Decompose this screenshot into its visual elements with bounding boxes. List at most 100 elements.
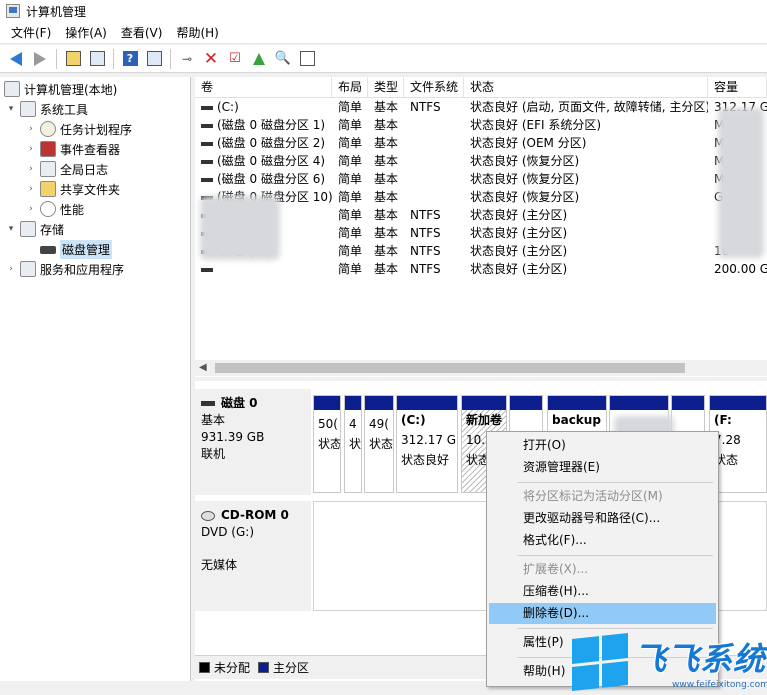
menu-help[interactable]: 帮助(H) [169,22,225,44]
chevron-right-icon[interactable]: › [26,164,36,174]
chevron-right-icon[interactable]: › [26,124,36,134]
computer-management-icon [6,4,20,18]
menu-file[interactable]: 文件(F) [4,22,58,44]
windows-logo-icon [572,633,628,691]
watermark-url: www.feifeixitong.com [672,680,767,690]
table-cell-text: 基本 [374,100,399,114]
chevron-down-icon[interactable]: ▾ [6,224,16,234]
tree-disk-management[interactable]: 磁盘管理 [40,239,113,259]
table-row[interactable]: 简单 基本 NTFS 状态良好 (主分区) [195,224,767,242]
properties-button[interactable] [297,49,317,69]
tree-root[interactable]: 计算机管理(本地) [4,79,117,99]
tree-event-viewer[interactable]: › 事件查看器 [26,139,120,159]
up-button[interactable] [249,49,269,69]
partition-block[interactable]: 49(状态 [364,395,394,493]
back-button[interactable] [6,49,26,69]
menu-delete-volume[interactable]: 删除卷(D)... [489,603,716,624]
chevron-right-icon[interactable]: › [6,264,16,274]
table-cell-status: 状态良好 (EFI 系统分区) [464,116,708,134]
table-cell-text: 基本 [374,208,399,222]
table-row[interactable]: (磁盘 0 磁盘分区 10)简单基本状态良好 (恢复分区)GB [195,188,767,206]
menu-explorer[interactable]: 资源管理器(E) [489,457,716,478]
chevron-down-icon[interactable]: ▾ [6,104,16,114]
search-button[interactable]: 🔍 [273,49,293,69]
up-folder-button[interactable] [63,49,83,69]
connect-button[interactable]: ⊸ [177,49,197,69]
table-row[interactable]: 新 卷 (H:)简单基本NTFS状态良好 (主分区)10 [195,242,767,260]
primary-swatch [258,662,270,673]
menu-change-drive-letter[interactable]: 更改驱动器号和路径(C)... [489,508,716,529]
table-cell-status: 状态良好 (主分区) [464,206,708,224]
chevron-right-icon[interactable]: › [26,144,36,154]
table-cell-vol: (磁盘 0 磁盘分区 1) [195,116,332,134]
help-button[interactable]: ? [120,49,140,69]
check-button[interactable]: ☑ [225,49,245,69]
table-cell-type: 基本 [368,98,404,116]
partition-block[interactable]: 4状 [344,395,362,493]
column-header-filesystem[interactable]: 文件系统 [404,77,464,98]
disk0-size: 931.39 GB [201,430,265,444]
scrollbar-thumb[interactable] [215,363,685,373]
table-row[interactable]: 简单 基本 NTFS 状态良好 (主分区) [195,206,767,224]
table-cell-text: 状态良好 (恢复分区) [470,154,580,168]
horizontal-scrollbar[interactable]: ◀ [195,360,767,376]
tree-label: 事件查看器 [60,142,121,157]
menu-format[interactable]: 格式化(F)... [489,530,716,551]
scroll-left-icon[interactable]: ◀ [199,360,207,376]
chevron-right-icon[interactable]: › [26,204,36,214]
table-cell-text: 基本 [374,262,399,276]
title-bar: 计算机管理 [0,0,767,22]
table-cell-fs [404,134,464,152]
table-cell-layout: 简单 [332,98,368,116]
folder-icon [65,51,81,66]
shared-folder-icon [40,181,56,197]
disk0-label[interactable]: 磁盘 0 基本 931.39 GB 联机 [195,389,311,495]
tree-storage[interactable]: ▾ 存储 [6,219,64,239]
help-icon: ? [122,51,138,66]
column-header-volume[interactable]: 卷 [195,77,332,98]
tree-system-tools[interactable]: ▾ 系统工具 [6,99,88,119]
table-row[interactable]: (磁盘 0 磁盘分区 1)简单基本状态良好 (EFI 系统分区)MB [195,116,767,134]
table-cell-type: 基本 [368,224,404,242]
partition-type-bar [462,396,506,410]
show-hide-tree-button[interactable] [87,49,107,69]
partition-type-bar [672,396,704,410]
partition-block[interactable]: (C:) 312.17 G 状态良好 [396,395,458,493]
menu-extend-volume[interactable]: 扩展卷(X)... [489,559,716,580]
table-row[interactable]: 简单 基本 NTFS 状态良好 (主分区) 200.00 G [195,260,767,278]
table-row[interactable]: (磁盘 0 磁盘分区 6)简单基本状态良好 (恢复分区)MB [195,170,767,188]
forward-button[interactable] [30,49,50,69]
table-row[interactable]: (磁盘 0 磁盘分区 4)简单基本状态良好 (恢复分区)MB [195,152,767,170]
column-header-layout[interactable]: 布局 [332,77,368,98]
menu-separator [517,628,713,629]
cdrom-label[interactable]: CD-ROM 0 DVD (G:) 无媒体 [195,501,311,611]
menu-shrink-volume[interactable]: 压缩卷(H)... [489,581,716,602]
table-row[interactable]: (C:) 简单 基本 NTFS 状态良好 (启动, 页面文件, 故障转储, 主分区) 31… [195,98,767,116]
performance-icon [40,201,56,217]
chevron-right-icon[interactable]: › [26,184,36,194]
delete-button[interactable]: ✕ [201,49,221,69]
table-cell-text: 基本 [374,154,399,168]
disk0-kind: 基本 [201,413,226,427]
tree-global-log[interactable]: › 全局日志 [26,159,108,179]
partition-block[interactable]: 50(状态 [313,395,341,493]
tree-task-scheduler[interactable]: › 任务计划程序 [26,119,132,139]
menu-action[interactable]: 操作(A) [58,22,114,44]
table-cell-layout: 简单 [332,260,368,278]
computer-icon [4,81,20,97]
table-row[interactable]: (磁盘 0 磁盘分区 2)简单基本状态良好 (OEM 分区)MB [195,134,767,152]
table-cell-fs: NTFS [404,206,464,224]
partition-label: (F: [714,413,732,427]
column-header-status[interactable]: 状态 [464,77,708,98]
menu-mark-active[interactable]: 将分区标记为活动分区(M) [489,486,716,507]
tree-performance[interactable]: › 性能 [26,199,84,219]
action-pane-button[interactable] [144,49,164,69]
tree-services[interactable]: › 服务和应用程序 [6,259,124,279]
column-header-capacity[interactable]: 容量 [708,77,767,98]
column-header-type[interactable]: 类型 [368,77,404,98]
services-icon [20,261,36,277]
menu-open[interactable]: 打开(O) [489,435,716,456]
partition-type-bar [548,396,606,410]
menu-view[interactable]: 查看(V) [114,22,170,44]
tree-shared-folders[interactable]: › 共享文件夹 [26,179,120,199]
